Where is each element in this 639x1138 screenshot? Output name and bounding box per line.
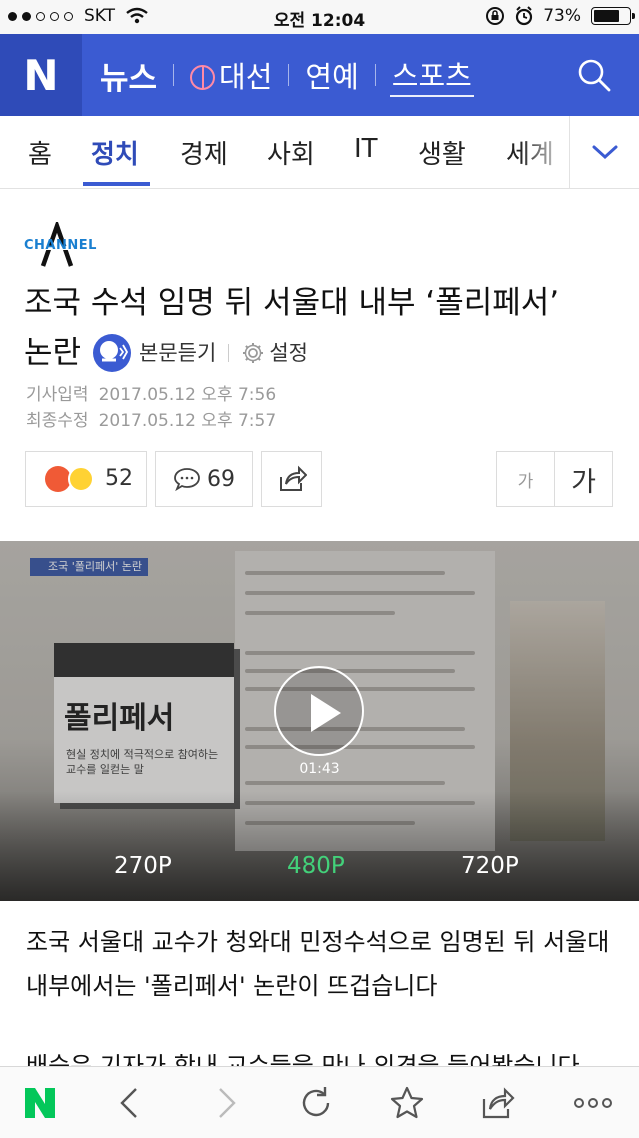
font-smaller-button[interactable]: 가	[496, 451, 555, 507]
nav-divider	[374, 64, 376, 86]
share-toolbar-icon[interactable]	[480, 1085, 516, 1121]
nav-item-election-label: 대선	[219, 60, 273, 94]
refresh-icon[interactable]	[298, 1085, 334, 1121]
reaction-button[interactable]: 52	[25, 451, 147, 507]
modified-label: 최종수정	[26, 411, 89, 431]
share-button[interactable]	[261, 451, 322, 507]
comment-icon	[174, 468, 200, 492]
more-icon[interactable]	[573, 1085, 613, 1121]
naver-home-icon[interactable]	[22, 1085, 58, 1121]
body-paragraph: 조국 서울대 교수가 청와대 민정수석으로 임명된 뒤 서울대 내부에서는 '폴…	[26, 928, 610, 1000]
modified-row: 최종수정 2017.05.12 오후 7:57	[26, 406, 276, 431]
section-nav: 뉴스 대선 연예 스포츠	[98, 53, 474, 98]
comment-button[interactable]: 69	[155, 451, 253, 507]
video-player[interactable]: 조국 '폴리페서' 논란 폴리페서 현실 정치에 적극적으로 참여하는 교수를 …	[0, 541, 639, 901]
title-line-1: 조국 수석 임명 뒤 서울대 내부 ‘폴리페서’	[24, 285, 560, 321]
body-cut-line: 배승은 기자가 학내 교수들을 만나 의견을 들어봤습니다.	[26, 1052, 588, 1066]
back-icon[interactable]	[112, 1085, 148, 1121]
tab-home[interactable]: 홈	[28, 134, 52, 171]
chevron-down-icon	[592, 145, 617, 160]
comment-count: 69	[207, 466, 235, 492]
search-icon[interactable]	[577, 58, 611, 92]
share-icon	[279, 465, 307, 491]
published-date: 2017.05.12 오후 7:56	[98, 385, 277, 405]
tab-more-button[interactable]	[569, 116, 639, 188]
peace-icon	[190, 65, 216, 90]
tab-it[interactable]: IT	[354, 134, 378, 164]
category-tabs: 홈 정치 경제 사회 IT 생활 세계	[0, 116, 639, 189]
press-name: CHANNEL	[24, 238, 97, 253]
nav-item-entertainment[interactable]: 연예	[303, 54, 360, 96]
alarm-icon	[516, 6, 533, 26]
quality-480p[interactable]: 480P	[287, 853, 345, 879]
gear-icon[interactable]	[241, 341, 265, 365]
reaction-count: 52	[105, 466, 133, 491]
listen-button[interactable]: 본문듣기	[139, 328, 216, 378]
battery-icon	[591, 7, 635, 25]
tab-life[interactable]: 생활	[418, 134, 466, 171]
quality-720p[interactable]: 720P	[461, 853, 519, 879]
play-icon[interactable]	[274, 666, 364, 756]
forward-icon[interactable]	[208, 1085, 244, 1121]
nav-item-election[interactable]: 대선	[188, 54, 274, 96]
active-tab-indicator	[83, 182, 150, 186]
font-larger-button[interactable]: 가	[554, 451, 613, 507]
article-title: 조국 수석 임명 뒤 서울대 내부 ‘폴리페서’ 논란 본문듣기 설정	[24, 278, 624, 378]
header-divider	[228, 344, 230, 362]
listen-icon[interactable]	[93, 334, 132, 372]
video-bottom-shade	[0, 791, 639, 901]
article-body: 조국 서울대 교수가 청와대 민정수석으로 임명된 뒤 서울대 내부에서는 '폴…	[26, 920, 621, 1066]
tab-society[interactable]: 사회	[267, 134, 315, 171]
status-bar: SKT 오전 12:04 73%	[0, 0, 639, 34]
bottom-toolbar	[0, 1066, 639, 1138]
star-icon[interactable]	[389, 1085, 425, 1121]
title-line-2: 논란	[24, 335, 82, 371]
quality-270p[interactable]: 270P	[114, 853, 172, 879]
video-duration: 01:43	[299, 761, 340, 777]
tab-fade	[520, 116, 570, 188]
title-line-2-row: 논란 본문듣기 설정	[24, 328, 624, 378]
top-nav: N 뉴스 대선 연예 스포츠	[0, 34, 639, 116]
nav-divider	[173, 64, 175, 86]
nav-item-sports[interactable]: 스포츠	[389, 53, 474, 97]
battery-fill	[594, 10, 619, 22]
nav-item-news[interactable]: 뉴스	[98, 53, 159, 98]
naver-logo[interactable]: N	[0, 34, 82, 116]
published-row: 기사입력 2017.05.12 오후 7:56	[26, 380, 276, 405]
smile-emoji-icon	[68, 466, 94, 492]
press-logo[interactable]: CHANNEL	[24, 222, 96, 268]
tab-politics[interactable]: 정치	[91, 134, 139, 171]
published-label: 기사입력	[26, 385, 89, 405]
battery-percent: 73%	[543, 6, 581, 26]
lock-rotation-icon	[486, 7, 505, 25]
nav-divider	[288, 64, 290, 86]
modified-date: 2017.05.12 오후 7:57	[98, 411, 277, 431]
setting-button[interactable]: 설정	[269, 328, 308, 378]
tab-economy[interactable]: 경제	[180, 134, 228, 171]
status-right: 73%	[485, 6, 635, 26]
